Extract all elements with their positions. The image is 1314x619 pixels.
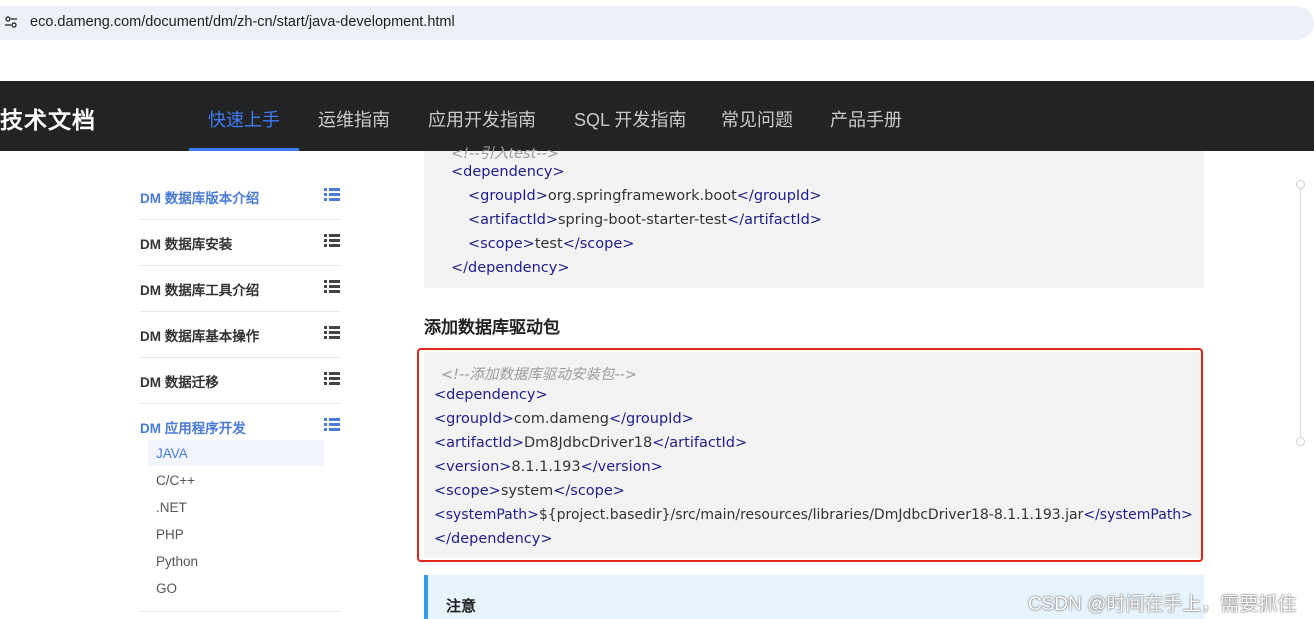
xml-tag: </scope> [562,236,635,252]
toc-outline-node[interactable] [1296,180,1305,189]
xml-tag: </groupId> [736,188,822,204]
sidebar-item-basic-ops[interactable]: DM 数据库基本操作 [140,312,340,358]
code-line: <artifactId>spring-boot-starter-test</ar… [468,212,822,228]
nav-item-faq[interactable]: 常见问题 [721,106,793,132]
xml-tag: <groupId> [468,188,548,204]
sidebar-item-tools-intro[interactable]: DM 数据库工具介绍 [140,266,340,312]
sidebar-item-label: DM 数据迁移 [140,375,219,390]
sidebar-item-label: DM 数据库基本操作 [140,329,260,344]
watermark: CSDN @时间在手上，需要抓住 [1028,594,1297,615]
sidebar-subitem-java[interactable]: JAVA [148,440,324,466]
code-line: <groupId>org.springframework.boot</group… [468,188,822,204]
nav-item-quick-start[interactable]: 快速上手 [208,106,280,132]
xml-value: test [534,236,563,252]
sidebar-subitem-label: Python [156,554,199,569]
sidebar-item-version-intro[interactable]: DM 数据库版本介绍 [140,174,340,220]
sidebar-subitem-label: JAVA [156,446,188,461]
list-icon [324,234,340,247]
code-block-test-dependency: <!--引入test--> <dependency> <groupId>org.… [424,146,1204,288]
xml-value: org.springframework.boot [547,188,737,204]
sidebar-subitem-label: PHP [156,527,184,542]
sidebar-subitem-php[interactable]: PHP [148,521,324,547]
sidebar-item-label: DM 数据库安装 [140,237,233,252]
sidebar-subitem-python[interactable]: Python [148,548,324,574]
code-comment: <!--引入test--> [451,146,559,162]
section-heading: 添加数据库驱动包 [424,318,560,337]
list-icon [324,280,340,293]
sidebar-item-label: DM 数据库版本介绍 [140,191,260,206]
code-line: <scope>test</scope> [468,236,634,252]
sidebar-item-migration[interactable]: DM 数据迁移 [140,358,340,404]
xml-tag: <artifactId> [468,212,558,228]
nav-item-sql-dev-guide[interactable]: SQL 开发指南 [574,106,686,132]
sidebar-subitem-go[interactable]: GO [148,575,324,601]
sidebar-item-install[interactable]: DM 数据库安装 [140,220,340,266]
nav-item-ops-guide[interactable]: 运维指南 [318,106,390,132]
nav-item-product-manual[interactable]: 产品手册 [830,106,902,132]
sidebar-item-label: DM 应用程序开发 [140,421,246,436]
sidebar-divider [140,611,340,612]
note-title: 注意 [446,598,477,615]
list-icon [324,418,340,431]
xml-tag: <dependency> [451,164,565,180]
top-navigation: 技术文档 快速上手 运维指南 应用开发指南 SQL 开发指南 常见问题 产品手册 [0,81,1314,151]
sidebar-item-label: DM 数据库工具介绍 [140,283,260,298]
sidebar-subitem-label: C/C++ [156,473,196,488]
sidebar-subitem-label: GO [156,581,178,596]
xml-tag: </artifactId> [727,212,822,228]
sidebar-subitem-dotnet[interactable]: .NET [148,494,324,520]
list-icon [324,188,340,201]
active-nav-indicator [189,148,299,151]
xml-value: spring-boot-starter-test [558,212,728,228]
site-brand[interactable]: 技术文档 [0,101,96,135]
code-line: <dependency> [451,164,565,180]
code-line: </dependency> [451,260,570,276]
sidebar-subitem-cpp[interactable]: C/C++ [148,467,324,493]
toc-outline-node[interactable] [1296,437,1305,446]
xml-tag: <scope> [468,236,535,252]
url-text[interactable]: eco.dameng.com/document/dm/zh-cn/start/j… [30,14,455,30]
tune-icon[interactable] [4,15,18,29]
page: eco.dameng.com/document/dm/zh-cn/start/j… [0,0,1314,619]
sidebar-subitem-label: .NET [156,500,187,515]
list-icon [324,372,340,385]
list-icon [324,326,340,339]
toc-outline-track [1300,186,1301,442]
red-highlight-annotation [417,348,1203,562]
browser-address-bar: eco.dameng.com/document/dm/zh-cn/start/j… [0,0,1314,44]
xml-tag: </dependency> [451,260,570,276]
nav-item-app-dev-guide[interactable]: 应用开发指南 [428,106,536,132]
